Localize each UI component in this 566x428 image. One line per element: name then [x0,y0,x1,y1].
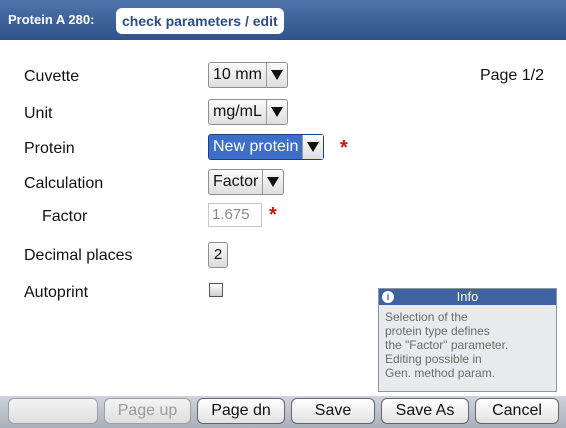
protein-dropdown[interactable]: New protein [208,134,325,160]
info-line: Gen. method param. [385,366,496,380]
info-line: Editing possible in [385,352,482,366]
info-panel: i Info Selection of the protein type def… [378,288,557,392]
chevron-down-icon [265,100,287,124]
cuvette-value: 10 mm [213,66,262,83]
autoprint-checkbox[interactable] [209,283,223,297]
calculation-value: Factor [213,173,259,190]
required-star-factor: * [269,204,277,226]
page-down-button[interactable]: Page dn [197,398,285,424]
required-star-protein: * [340,137,348,159]
calculation-dropdown[interactable]: Factor [208,169,285,195]
title-bar: Protein A 280: check parameters / edit [0,0,566,40]
info-line: the "Factor" parameter. [385,338,509,352]
save-as-button[interactable]: Save As [381,398,469,424]
cancel-button[interactable]: Cancel [475,398,559,424]
save-button[interactable]: Save [291,398,375,424]
cuvette-dropdown[interactable]: 10 mm [208,62,288,88]
info-title: Info [456,289,479,304]
info-line: protein type defines [385,324,490,338]
info-header: i Info [379,289,556,305]
protein-value: New protein [213,138,299,155]
autoprint-label: Autoprint [24,284,89,301]
blank-button [8,398,98,424]
chevron-down-icon [265,63,287,87]
page-up-button: Page up [104,398,191,424]
protein-label: Protein [24,140,75,157]
decimal-places-label: Decimal places [24,247,133,264]
page-indicator: Page 1/2 [479,67,544,84]
footer-bar: Page up Page dn Save Save As Cancel [0,396,566,428]
info-line: Selection of the [385,310,468,324]
decimal-places-button[interactable]: 2 [208,242,228,268]
unit-dropdown[interactable]: mg/mL [208,99,288,125]
method-name: Protein A 280: [8,12,95,27]
factor-label: Factor [42,208,88,225]
info-text: Selection of the protein type defines th… [379,305,556,385]
chevron-down-icon [262,170,283,194]
calculation-label: Calculation [24,175,104,192]
unit-label: Unit [24,105,53,122]
unit-value: mg/mL [213,103,262,120]
factor-field: 1.675 [208,203,262,227]
page-title: check parameters / edit [116,8,284,34]
cuvette-label: Cuvette [24,68,80,85]
chevron-down-icon [302,135,324,159]
